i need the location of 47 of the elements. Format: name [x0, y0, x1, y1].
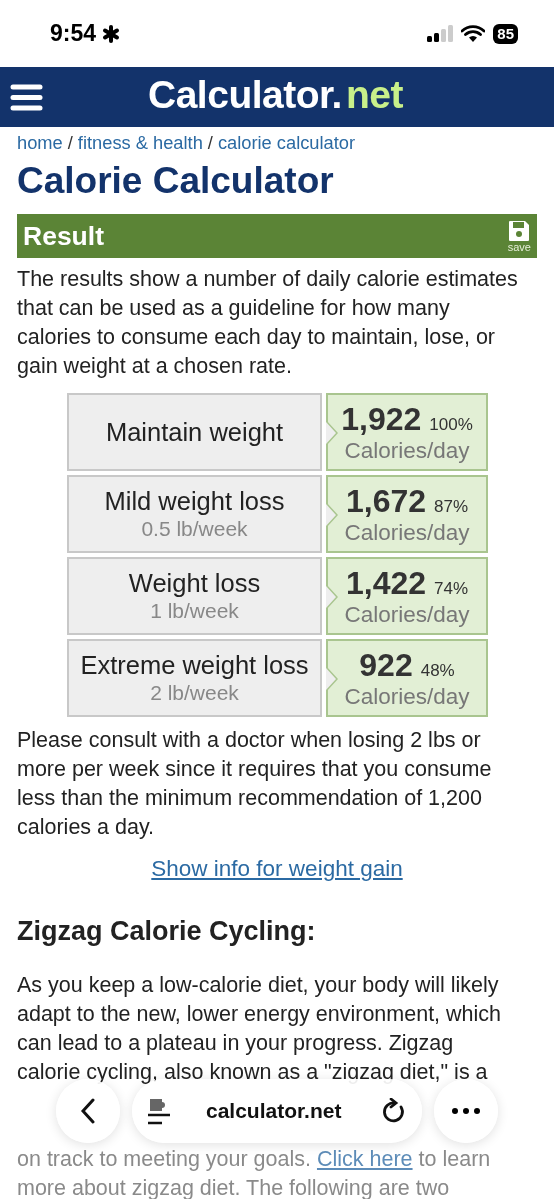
section-heading: Zigzag Calorie Cycling:: [17, 916, 317, 947]
note-paragraph: Please consult with a doctor when losing 2 lbs or more per week since it requires that you consume less than the minimum recommendation of 1,200 calories a day.: [17, 727, 493, 841]
rate-text: 0.5 lb/week: [141, 517, 248, 541]
percent-text: 100%: [429, 414, 473, 435]
result-title: Result: [23, 220, 104, 252]
unit-text: Calories/day: [344, 437, 470, 464]
intro-paragraph: The results show a number of daily calorie estimates that can be used as a guideline for how many calories to consume each day to maintain, lose, or gain weight at a chosen rate.: [17, 266, 519, 380]
estimate-label: Weight loss: [128, 569, 261, 598]
rate-text: 2 lb/week: [150, 681, 239, 705]
more-icon: [452, 1108, 480, 1114]
breadcrumb-separator: /: [207, 132, 213, 154]
percent-text: 87%: [434, 496, 469, 517]
unit-text: Calories/day: [344, 601, 470, 628]
rate-text: 1 lb/week: [150, 599, 239, 623]
chevron-left-icon: [80, 1098, 96, 1124]
zigzag-paragraph: As you keep a low-calorie diet, your body will likely adapt to the new, lower energy environment, which can lead to a plateau in your progress. Zigzag calorie cycling, also known as a "zigzag diet," is a: [17, 972, 503, 1086]
paragraph-line: on track to meeting your goals. Click here to learn: [17, 1146, 492, 1173]
paragraph-line: more about zigzag diet. The following are two: [17, 1175, 451, 1199]
estimate-label: Mild weight loss: [104, 487, 285, 516]
calorie-value: 922: [359, 646, 413, 684]
reload-icon[interactable]: [382, 1098, 406, 1124]
breadcrumb-link[interactable]: home: [17, 132, 63, 154]
calorie-value: 1,922: [341, 400, 422, 438]
zigzag-link[interactable]: Click here: [316, 1147, 413, 1171]
estimate-label: Maintain weight: [105, 417, 284, 447]
clock-time: 9:54: [50, 20, 97, 47]
battery-indicator: 85: [493, 23, 518, 44]
menu-button[interactable]: [10, 82, 43, 112]
address-text[interactable]: calculator.net: [206, 1099, 364, 1123]
logo-text[interactable]: Calculator.: [148, 73, 342, 117]
logo-text[interactable]: net: [345, 73, 403, 117]
percent-text: 48%: [420, 660, 455, 681]
asterisk-icon: [102, 24, 121, 43]
calorie-value: 1,422: [345, 564, 426, 602]
estimate-label: Extreme weight loss: [80, 651, 309, 680]
wifi-icon: [461, 24, 486, 43]
page-title: Calorie Calculator: [17, 160, 335, 202]
page-settings-icon[interactable]: [148, 1097, 172, 1125]
signal-icon: [427, 25, 454, 42]
weight-gain-link[interactable]: Show info for weight gain: [151, 856, 403, 881]
unit-text: Calories/day: [344, 519, 470, 546]
percent-text: 74%: [434, 578, 469, 599]
breadcrumb-link[interactable]: fitness & health: [77, 132, 203, 154]
breadcrumb-separator: /: [67, 132, 73, 154]
breadcrumb-link[interactable]: calorie calculator: [217, 132, 356, 154]
unit-text: Calories/day: [344, 683, 470, 710]
calorie-value: 1,672: [345, 482, 426, 520]
